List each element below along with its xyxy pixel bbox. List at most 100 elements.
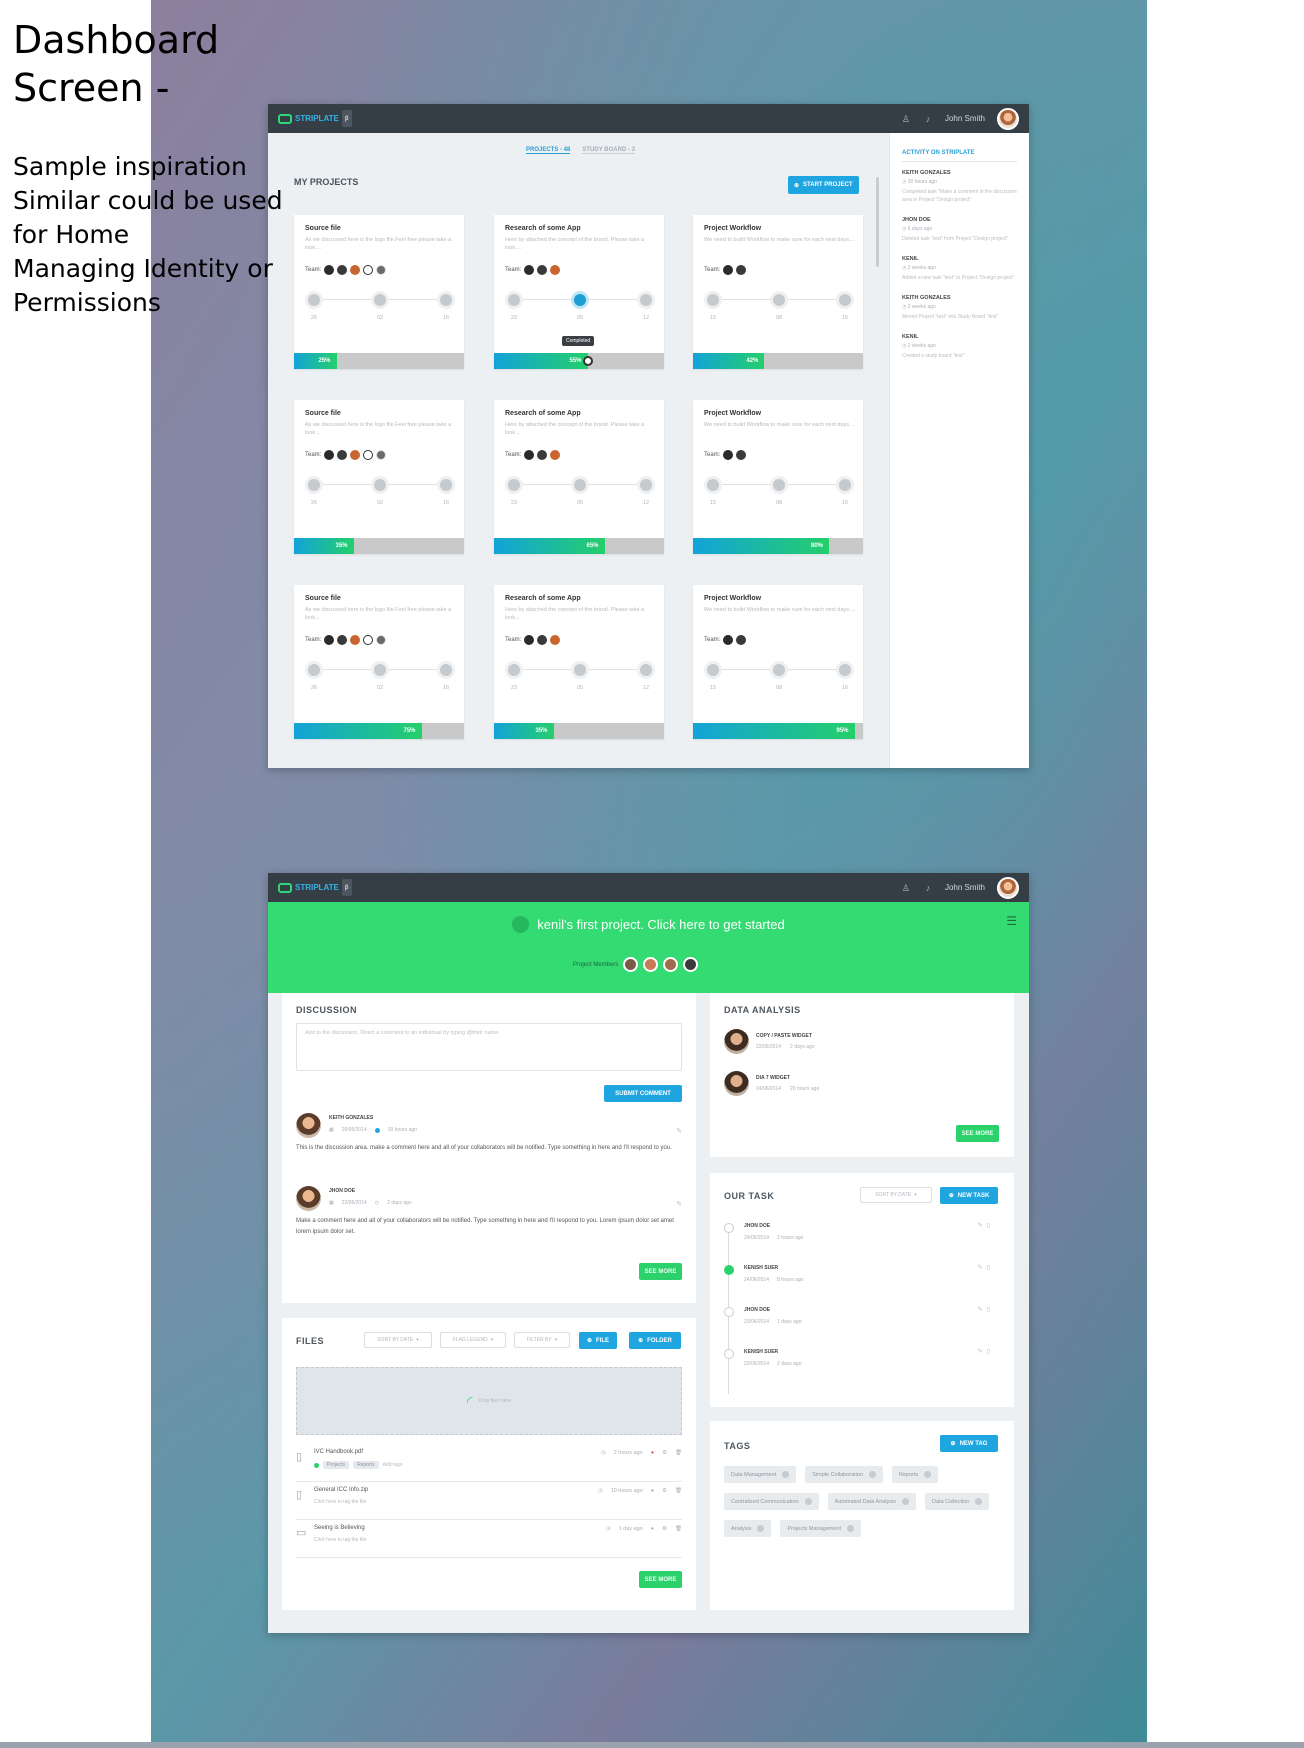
- team-member-avatar[interactable]: [324, 450, 335, 460]
- user-avatar[interactable]: [997, 876, 1019, 899]
- edit-icon[interactable]: ✎: [676, 1127, 682, 1135]
- team-member-avatar[interactable]: [524, 265, 535, 275]
- remove-tag-icon[interactable]: [804, 1498, 812, 1505]
- remove-tag-icon[interactable]: [782, 1471, 790, 1478]
- team-member-avatar[interactable]: [337, 265, 348, 275]
- file-name[interactable]: IVC Handbook.pdf: [314, 1449, 363, 1455]
- member-avatar[interactable]: [623, 957, 639, 972]
- file-row[interactable]: ▯ IVC Handbook.pdf Projects Reports Add tags…: [296, 1444, 682, 1482]
- team-member-avatar[interactable]: [350, 635, 361, 645]
- team-member-avatar[interactable]: [736, 635, 747, 645]
- team-member-avatar[interactable]: [537, 265, 548, 275]
- task-item[interactable]: JHON DOE 23/06/2014 1 days ago ✎▯: [724, 1305, 994, 1347]
- comment-icon[interactable]: [505, 661, 523, 679]
- task-checkbox[interactable]: [724, 1307, 734, 1317]
- member-avatar[interactable]: [683, 957, 699, 972]
- analysis-see-more-button[interactable]: SEE MORE: [956, 1125, 999, 1142]
- comment-icon[interactable]: [305, 291, 323, 309]
- team-member-avatar[interactable]: [363, 265, 374, 275]
- task-item[interactable]: KENISH SUER 24/06/2014 8 hours ago ✎▯: [724, 1263, 994, 1305]
- team-member-avatar[interactable]: [723, 265, 734, 275]
- project-card[interactable]: Project Workflow We need to build Workflo…: [693, 585, 863, 739]
- task-checkbox[interactable]: [724, 1223, 734, 1233]
- file-row[interactable]: ▯ General ICC Info.zip Click here to tag t…: [296, 1482, 682, 1520]
- file-icon[interactable]: [836, 291, 854, 309]
- project-card[interactable]: Source file As we discussed here is the l…: [294, 585, 464, 739]
- list-icon[interactable]: [770, 291, 788, 309]
- trash-icon[interactable]: ▯: [987, 1265, 994, 1271]
- remove-tag-icon[interactable]: [846, 1525, 854, 1532]
- comment-icon[interactable]: [505, 476, 523, 494]
- comment-icon[interactable]: [305, 661, 323, 679]
- widget-name[interactable]: DIA 7 WIDGET: [756, 1075, 790, 1081]
- file-drop-zone[interactable]: ◜ Drop files here: [296, 1367, 682, 1435]
- team-member-avatar[interactable]: [537, 450, 548, 460]
- member-avatar[interactable]: [663, 957, 679, 972]
- team-member-avatar[interactable]: [550, 635, 561, 645]
- team-member-avatar[interactable]: [350, 450, 361, 460]
- add-file-button[interactable]: ⊕ FILE: [579, 1332, 617, 1349]
- team-member-avatar[interactable]: [736, 265, 747, 275]
- sort-by-date-select[interactable]: SORT BY DATE ▾: [364, 1332, 432, 1348]
- file-icon[interactable]: [637, 291, 655, 309]
- project-card[interactable]: Research of some App Here by attached the…: [494, 400, 664, 554]
- remove-tag-icon[interactable]: [924, 1471, 932, 1478]
- list-icon[interactable]: [571, 291, 589, 309]
- edit-icon[interactable]: ✎: [978, 1223, 987, 1229]
- edit-icon[interactable]: ✎: [978, 1307, 987, 1313]
- bell-icon[interactable]: ♪: [923, 883, 933, 893]
- edit-icon[interactable]: ✎: [978, 1265, 987, 1271]
- file-tag[interactable]: Reports: [353, 1461, 379, 1469]
- filter-by-select[interactable]: FILTER BY ▾: [514, 1332, 570, 1348]
- file-tag[interactable]: Projects: [323, 1461, 350, 1469]
- activity-user[interactable]: JHON DOE: [902, 217, 1017, 223]
- list-icon[interactable]: [371, 476, 389, 494]
- team-member-avatar[interactable]: [337, 635, 348, 645]
- task-sort-select[interactable]: SORT BY DATE ▾: [860, 1187, 932, 1203]
- activity-user[interactable]: KENIL: [902, 256, 1017, 262]
- comment-icon[interactable]: [704, 661, 722, 679]
- team-member-avatar[interactable]: [723, 635, 734, 645]
- project-card[interactable]: Project Workflow We need to build Workflo…: [693, 400, 863, 554]
- team-member-avatar[interactable]: [324, 635, 335, 645]
- flag-icon[interactable]: ●: [651, 1450, 654, 1456]
- new-tag-button[interactable]: ⊕ NEW TAG: [940, 1435, 998, 1452]
- team-member-avatar[interactable]: [736, 450, 747, 460]
- tag-chip[interactable]: Centralized Communication: [724, 1493, 819, 1510]
- tab-projects[interactable]: PROJECTS - 48: [526, 147, 571, 154]
- activity-user[interactable]: KENIL: [902, 334, 1017, 340]
- remove-tag-icon[interactable]: [757, 1525, 765, 1532]
- trash-icon[interactable]: 🗑: [675, 1526, 682, 1532]
- user-add-icon[interactable]: ♙: [901, 114, 911, 124]
- list-icon[interactable]: [371, 661, 389, 679]
- team-member-avatar[interactable]: [324, 265, 335, 275]
- team-member-avatar[interactable]: [350, 265, 361, 275]
- project-card[interactable]: Source file As we discussed here is the l…: [294, 215, 464, 369]
- file-icon[interactable]: [437, 291, 455, 309]
- settings-icon[interactable]: ⚙: [662, 1526, 667, 1532]
- file-icon[interactable]: [637, 661, 655, 679]
- trash-icon[interactable]: 🗑: [675, 1450, 682, 1456]
- tag-chip[interactable]: Data Management: [724, 1466, 797, 1483]
- team-member-avatar[interactable]: [550, 450, 561, 460]
- hamburger-menu-icon[interactable]: ☰: [1006, 914, 1017, 928]
- tag-chip[interactable]: Data Collection: [925, 1493, 990, 1510]
- new-task-button[interactable]: ⊕ NEW TASK: [940, 1187, 998, 1204]
- files-see-more-button[interactable]: SEE MORE: [639, 1571, 682, 1588]
- file-name[interactable]: General ICC Info.zip: [314, 1487, 368, 1493]
- brand-logo[interactable]: STRIPLATE β: [278, 879, 352, 896]
- team-member-avatar[interactable]: [550, 265, 561, 275]
- edit-icon[interactable]: ✎: [676, 1200, 682, 1208]
- file-sub[interactable]: Click here to tag the file: [314, 1537, 366, 1543]
- remove-tag-icon[interactable]: [902, 1498, 910, 1505]
- start-project-button[interactable]: ⊕ START PROJECT: [788, 176, 859, 194]
- remove-tag-icon[interactable]: [869, 1471, 876, 1478]
- file-sub[interactable]: Click here to tag the file: [314, 1499, 366, 1505]
- settings-icon[interactable]: ⚙: [662, 1488, 667, 1494]
- task-checkbox[interactable]: [724, 1349, 734, 1359]
- settings-icon[interactable]: ⚙: [662, 1450, 667, 1456]
- file-icon[interactable]: [437, 661, 455, 679]
- edit-icon[interactable]: ✎: [978, 1349, 987, 1355]
- user-add-icon[interactable]: ♙: [901, 883, 911, 893]
- file-icon[interactable]: [836, 476, 854, 494]
